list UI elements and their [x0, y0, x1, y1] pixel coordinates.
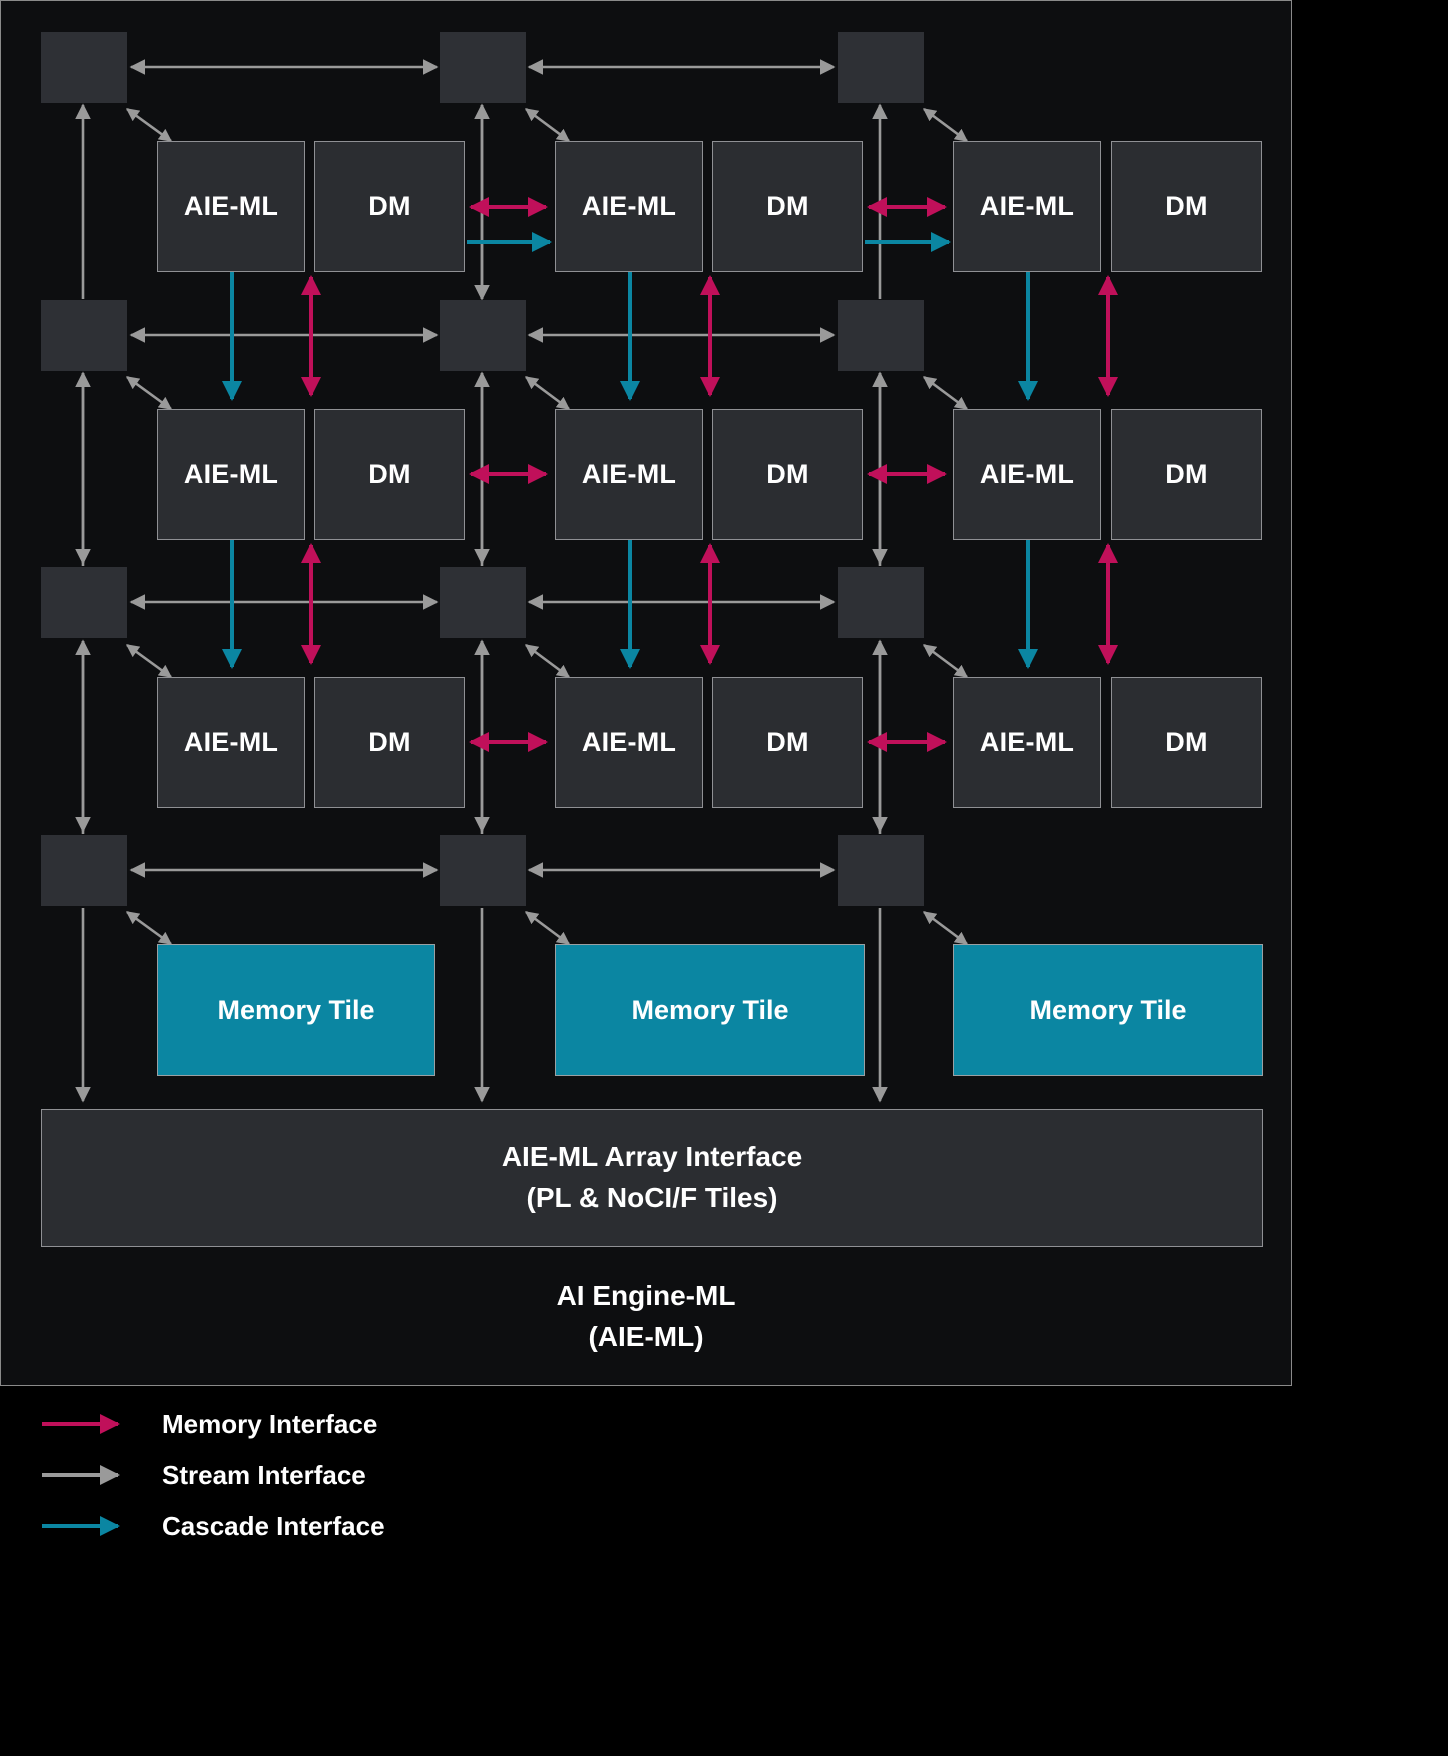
aie-ml-tile-r1c2: AIE-ML: [555, 141, 703, 272]
stream-switch-r4c1: [41, 835, 127, 906]
stream-switch-r4c3: [838, 835, 924, 906]
dm-tile-r1c1: DM: [314, 141, 465, 272]
legend-item-cascade-interface: Cascade Interface: [40, 1506, 385, 1546]
aie-ml-array-interface-block: AIE-ML Array Interface (PL & NoCI/F Tile…: [41, 1109, 1263, 1247]
diagram-root: AIE-ML DM AIE-ML DM AIE-ML DM AIE-ML DM …: [0, 0, 1448, 1756]
aie-ml-device-frame: AIE-ML DM AIE-ML DM AIE-ML DM AIE-ML DM …: [0, 0, 1292, 1386]
memory-tile-2: Memory Tile: [555, 944, 865, 1076]
aie-ml-tile-r1c1: AIE-ML: [157, 141, 305, 272]
array-interface-line-2: (PL & NoCI/F Tiles): [526, 1182, 778, 1213]
aie-ml-tile-r3c2: AIE-ML: [555, 677, 703, 808]
legend-label-cascade-interface: Cascade Interface: [162, 1510, 385, 1541]
stream-switch-r3c2: [440, 567, 526, 638]
stream-switch-r2c1: [41, 300, 127, 371]
legend-label-stream-interface: Stream Interface: [162, 1459, 366, 1490]
aie-ml-tile-r2c2: AIE-ML: [555, 409, 703, 540]
device-caption: AI Engine-ML (AIE-ML): [1, 1276, 1291, 1357]
stream-switch-r1c2: [440, 32, 526, 103]
stream-switch-r1c1: [41, 32, 127, 103]
dm-tile-r1c3: DM: [1111, 141, 1262, 272]
legend-item-stream-interface: Stream Interface: [40, 1455, 366, 1495]
stream-switch-r4c2: [440, 835, 526, 906]
legend-label-memory-interface: Memory Interface: [162, 1408, 378, 1439]
aie-ml-tile-r1c3: AIE-ML: [953, 141, 1101, 272]
stream-switch-r1c3: [838, 32, 924, 103]
arrow-right-icon: [42, 1414, 120, 1434]
dm-tile-r3c1: DM: [314, 677, 465, 808]
dm-tile-r3c2: DM: [712, 677, 863, 808]
arrow-right-icon: [42, 1516, 120, 1536]
arrow-right-icon: [42, 1465, 120, 1485]
dm-tile-r2c3: DM: [1111, 409, 1262, 540]
stream-switch-r2c3: [838, 300, 924, 371]
device-caption-line-2: (AIE-ML): [588, 1320, 704, 1352]
aie-ml-tile-r2c3: AIE-ML: [953, 409, 1101, 540]
array-interface-line-1: AIE-ML Array Interface: [501, 1141, 803, 1173]
memory-tile-1: Memory Tile: [157, 944, 435, 1076]
stream-switch-r2c2: [440, 300, 526, 371]
legend: Memory Interface Stream Interface Cascad…: [0, 1392, 1448, 1756]
dm-tile-r3c3: DM: [1111, 677, 1262, 808]
aie-ml-tile-r2c1: AIE-ML: [157, 409, 305, 540]
memory-tile-3: Memory Tile: [953, 944, 1263, 1076]
dm-tile-r2c1: DM: [314, 409, 465, 540]
stream-switch-r3c3: [838, 567, 924, 638]
aie-ml-tile-r3c3: AIE-ML: [953, 677, 1101, 808]
stream-switch-r3c1: [41, 567, 127, 638]
dm-tile-r2c2: DM: [712, 409, 863, 540]
legend-item-memory-interface: Memory Interface: [40, 1404, 377, 1444]
dm-tile-r1c2: DM: [712, 141, 863, 272]
device-caption-line-1: AI Engine-ML: [556, 1280, 736, 1311]
aie-ml-tile-r3c1: AIE-ML: [157, 677, 305, 808]
